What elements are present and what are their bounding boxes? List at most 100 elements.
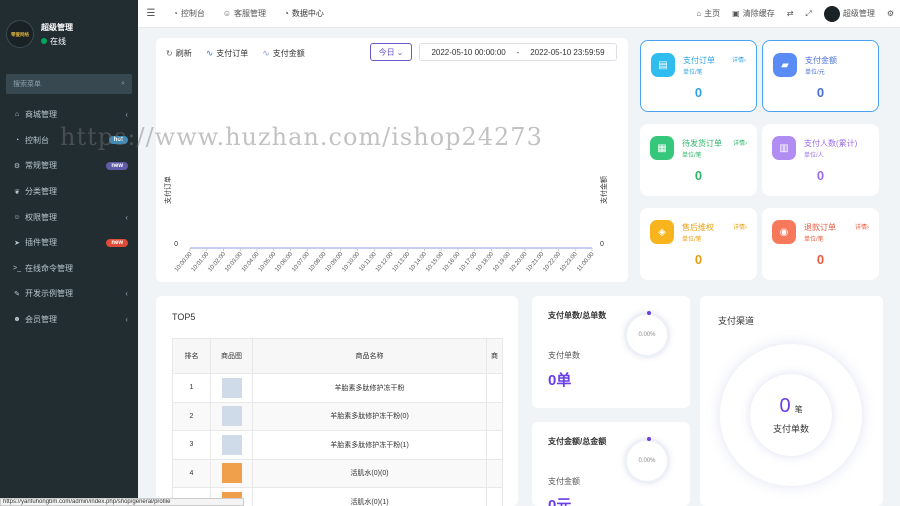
dashboard-icon: ◔ <box>14 136 20 144</box>
product-thumbnail[interactable] <box>221 463 242 484</box>
sidebar-item-label: 在线命令管理 <box>25 263 73 273</box>
leaf-icon: ❦ <box>14 188 20 196</box>
group-icon: ☺ <box>13 213 21 221</box>
search-icon[interactable]: ⌕ <box>121 80 125 88</box>
stat-value: 0 <box>694 168 703 183</box>
payment-amount-ratio-card: 支付金额/总金额 支付金额 0元 0.00% <box>532 422 690 506</box>
avatar: 零壹网络 <box>6 20 34 48</box>
top-tab[interactable]: ☺ 客服管理 <box>214 0 275 28</box>
extra-cell <box>486 487 503 506</box>
thumb-cell <box>210 430 253 460</box>
product-thumbnail[interactable] <box>221 377 242 398</box>
stat-card[interactable]: ◈ 售后维权 单位/笔 详情› 0 <box>640 208 757 280</box>
user-panel: 零壹网络 超级管理 在线 <box>0 0 138 68</box>
stat-detail-link[interactable]: 详情› <box>732 55 746 64</box>
translate-icon[interactable]: ⇄ <box>781 9 800 18</box>
stat-card[interactable]: ▥ 支付人数(累计) 单位/人 0 <box>762 124 879 196</box>
sidebar: 零壹网络 超级管理 在线 搜索菜单 ⌕ ⌂ 商城管理 ‹ ◔ 控制台 hot ⚙ 常规管理 ne… <box>0 0 138 506</box>
sidebar-item[interactable]: >_ 在线命令管理 <box>0 256 138 282</box>
range-end: 2022-05-10 23:59:59 <box>530 47 605 57</box>
stat-unit: 单位/笔 <box>804 237 824 243</box>
refund-icon: ◉ <box>772 220 796 244</box>
ring-marker <box>647 311 651 315</box>
stat-value: 0 <box>694 85 703 100</box>
sidebar-item[interactable]: ☺ 权限管理 ‹ <box>0 204 138 230</box>
top5-table: 排名 商品图 商品名称商 1 羊胎素多肽修护冻干粉 2 羊胎素多肽修护冻干粉(0) 3 羊胎素… <box>172 338 503 506</box>
sidebar-item[interactable]: ✎ 开发示例管理 ‹ <box>0 281 138 307</box>
table-header: 商 <box>486 338 503 374</box>
stat-title: 售后维权 <box>682 223 714 232</box>
menu-toggle-icon[interactable]: ☰ <box>138 8 164 19</box>
legend-item-amount[interactable]: ∿ 支付金额 <box>262 48 305 59</box>
today-dropdown[interactable]: 今日 ⌄ <box>370 43 412 61</box>
channel-number: 0 <box>779 395 791 417</box>
top-link-label: 主页 <box>704 9 721 18</box>
date-range-input[interactable]: 2022-05-10 00:00:00 - 2022-05-10 23:59:5… <box>419 43 617 61</box>
tab-icon: ◔ <box>173 9 178 18</box>
sidebar-item-label: 分类管理 <box>25 187 57 197</box>
user-name: 超级管理 <box>41 22 73 32</box>
sidebar-item-label: 权限管理 <box>25 212 57 222</box>
y-tick-label: 0 <box>174 241 178 248</box>
ratio-title: 支付金额/总金额 <box>548 437 607 446</box>
ring-percent: 0.00% <box>638 332 656 338</box>
top-user-menu[interactable]: 超级管理 <box>818 5 881 22</box>
top-tab[interactable]: ◔ 控制台 <box>164 0 214 28</box>
settings-gear-icon[interactable]: ⚙ <box>881 9 900 18</box>
top-navbar: ☰ ◔ 控制台 ☺ 客服管理 ◔ 数据中心 ⌂ 主页 ▣ 清除缓存 ⇄ ⤢ 超级管理 ⚙ <box>138 0 900 28</box>
sidebar-item[interactable]: ☻ 会员管理 ‹ <box>0 307 138 333</box>
user-status: 在线 <box>41 36 73 47</box>
logo-text: 零壹网络 <box>10 31 29 38</box>
stat-card[interactable]: ◉ 退款订单 单位/笔 详情› 0 <box>762 208 879 280</box>
channel-inner: 0笔 支付单数 <box>750 374 832 456</box>
home-link[interactable]: ⌂ 主页 <box>690 8 726 19</box>
stat-title: 支付人数(累计) <box>804 139 858 148</box>
channel-label: 支付单数 <box>772 424 809 434</box>
stat-detail-link[interactable]: 详情› <box>855 222 869 231</box>
product-thumbnail[interactable] <box>221 406 242 427</box>
today-label: 今日 <box>378 47 395 57</box>
tab-label: 数据中心 <box>291 9 324 18</box>
extra-cell <box>486 373 503 403</box>
table-row: 1 羊胎素多肽修护冻干粉 <box>172 373 503 403</box>
stat-detail-link[interactable]: 详情› <box>733 222 747 231</box>
table-header: 商品名称 <box>252 338 487 374</box>
stat-title: 退款订单 <box>804 223 836 232</box>
top-tab[interactable]: ◔ 数据中心 <box>275 0 333 28</box>
tab-icon: ◔ <box>284 9 289 18</box>
wallet-icon: ▰ <box>773 53 797 77</box>
x-tick-label: 11:00:00 <box>576 251 596 273</box>
user-status-label: 在线 <box>50 36 66 46</box>
product-thumbnail[interactable] <box>221 434 242 455</box>
table-header: 商品图 <box>210 338 253 374</box>
stat-card[interactable]: ▦ 待发货订单 单位/笔 详情› 0 <box>640 124 757 196</box>
top-right-menu: ⌂ 主页 ▣ 清除缓存 ⇄ ⤢ 超级管理 ⚙ <box>690 0 900 28</box>
stat-card[interactable]: ▰ 支付金额 单位/元 0 <box>762 40 879 112</box>
ratio-value: 0元 <box>548 497 572 506</box>
sidebar-item[interactable]: ➤ 插件管理 new <box>0 230 138 256</box>
fullscreen-icon[interactable]: ⤢ <box>799 9 817 19</box>
sidebar-item[interactable]: ⚙ 常规管理 new <box>0 153 138 179</box>
extra-cell <box>486 401 503 431</box>
online-dot-icon <box>41 38 47 44</box>
stat-detail-link[interactable]: 详情› <box>733 138 747 147</box>
product-name-cell: 活肌水(0)(1) <box>252 487 487 506</box>
chevron-left-icon: ‹ <box>125 212 128 222</box>
table-header: 排名 <box>172 338 211 374</box>
table-row: 2 羊胎素多肽修护冻干粉(0) <box>172 401 503 431</box>
thumb-cell <box>210 401 253 431</box>
refresh-button[interactable]: ↻ 刷新 <box>166 48 192 59</box>
rank-cell: 1 <box>172 373 211 403</box>
calendar-icon: ▦ <box>650 136 674 160</box>
top5-title: TOP5 <box>172 312 196 322</box>
refresh-icon: ↻ <box>166 48 173 58</box>
sidebar-search-input[interactable]: 搜索菜单 ⌕ <box>6 74 132 94</box>
stat-card[interactable]: ▤ 支付订单 单位/笔 详情› 0 <box>640 40 757 112</box>
table-row: 4 活肌水(0)(0) <box>172 458 503 488</box>
order-icon: ▤ <box>651 53 675 77</box>
clear-cache-button[interactable]: ▣ 清除缓存 <box>726 8 781 19</box>
stat-unit: 单位/笔 <box>682 153 702 159</box>
legend-item-orders[interactable]: ∿ 支付订单 <box>206 48 249 59</box>
sidebar-item[interactable]: ❦ 分类管理 <box>0 179 138 205</box>
cogs-icon: ⚙ <box>13 162 21 170</box>
